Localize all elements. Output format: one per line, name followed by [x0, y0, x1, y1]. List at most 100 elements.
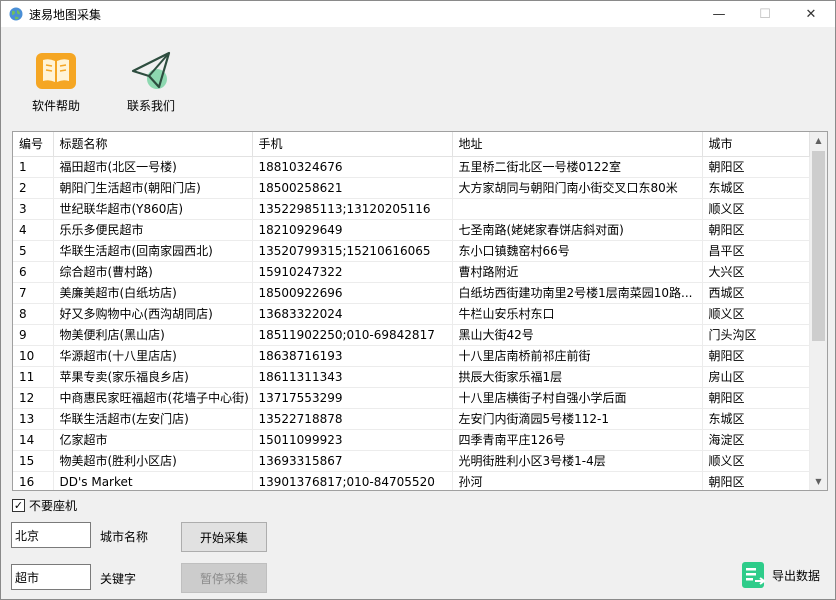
cell-title: 世纪联华超市(Y860店) [53, 198, 253, 220]
table-row[interactable]: 10 华源超市(十八里店店) 18638716193 十八里店南桥前祁庄前街 朝阳区 [13, 345, 810, 367]
cell-address: 左安门内街滴园5号楼112-1 [452, 408, 703, 430]
cell-address: 十八里店横街子村自强小学后面 [452, 387, 703, 409]
cell-city: 西城区 [702, 282, 810, 304]
cell-phone: 13683322024 [252, 303, 453, 325]
help-button[interactable]: 软件帮助 [25, 49, 87, 114]
cell-phone: 13901376817;010-84705520 [252, 471, 453, 490]
cell-city: 顺义区 [702, 303, 810, 325]
table-row[interactable]: 15 物美超市(胜利小区店) 13693315867 光明街胜利小区3号楼1-4层 顺义… [13, 450, 810, 472]
cell-title: 朝阳门生活超市(朝阳门店) [53, 177, 253, 199]
table-row[interactable]: 1 福田超市(北区一号楼) 18810324676 五里桥二街北区一号楼0122室 朝阳… [13, 156, 810, 178]
export-data-button[interactable]: 导出数据 [741, 561, 820, 589]
cell-title: 苹果专卖(家乐福良乡店) [53, 366, 253, 388]
cell-address [452, 198, 703, 220]
cell-id: 10 [13, 345, 54, 367]
table-row[interactable]: 6 综合超市(曹村路) 15910247322 曹村路附近 大兴区 [13, 261, 810, 283]
table-row[interactable]: 4 乐乐多便民超市 18210929649 七圣南路(姥姥家春饼店斜对面) 朝阳区 [13, 219, 810, 241]
cell-title: 综合超市(曹村路) [53, 261, 253, 283]
table-row[interactable]: 14 亿家超市 15011099923 四季青南平庄126号 海淀区 [13, 429, 810, 451]
cell-city: 顺义区 [702, 450, 810, 472]
column-header-address[interactable]: 地址 [452, 132, 703, 157]
column-header-id[interactable]: 编号 [13, 132, 54, 157]
table-row[interactable]: 13 华联生活超市(左安门店) 13522718878 左安门内街滴园5号楼112-1… [13, 408, 810, 430]
cell-address: 大方家胡同与朝阳门南小街交叉口东80米 [452, 177, 703, 199]
cell-city: 大兴区 [702, 261, 810, 283]
table-row[interactable]: 2 朝阳门生活超市(朝阳门店) 18500258621 大方家胡同与朝阳门南小街交叉口… [13, 177, 810, 199]
table-row[interactable]: 3 世纪联华超市(Y860店) 13522985113;13120205116 顺义区 [13, 198, 810, 220]
table-row[interactable]: 11 苹果专卖(家乐福良乡店) 18611311343 拱辰大街家乐福1层 房山区 [13, 366, 810, 388]
cell-phone: 13522718878 [252, 408, 453, 430]
start-collect-button[interactable]: 开始采集 [181, 522, 267, 552]
cell-id: 3 [13, 198, 54, 220]
cell-id: 7 [13, 282, 54, 304]
city-input[interactable] [11, 522, 91, 548]
vertical-scrollbar[interactable]: ▲ ▼ [810, 132, 827, 490]
cell-title: 美廉美超市(白纸坊店) [53, 282, 253, 304]
cell-address: 五里桥二街北区一号楼0122室 [452, 156, 703, 178]
column-header-title[interactable]: 标题名称 [53, 132, 253, 157]
cell-address: 光明街胜利小区3号楼1-4层 [452, 450, 703, 472]
table-row[interactable]: 5 华联生活超市(回南家园西北) 13520799315;15210616065 东小… [13, 240, 810, 262]
cell-title: 华联生活超市(回南家园西北) [53, 240, 253, 262]
keyword-input[interactable] [11, 564, 91, 590]
cell-city: 顺义区 [702, 198, 810, 220]
table-row[interactable]: 8 好又多购物中心(西沟胡同店) 13683322024 牛栏山安乐村东口 顺义区 [13, 303, 810, 325]
pause-collect-button[interactable]: 暂停采集 [181, 563, 267, 593]
cell-phone: 18511902250;010-69842817 [252, 324, 453, 346]
cell-id: 2 [13, 177, 54, 199]
app-globe-icon [9, 7, 23, 21]
cell-address: 孙河 [452, 471, 703, 490]
cell-id: 13 [13, 408, 54, 430]
cell-address: 曹村路附近 [452, 261, 703, 283]
cell-id: 14 [13, 429, 54, 451]
cell-city: 朝阳区 [702, 387, 810, 409]
maximize-button[interactable]: ☐ [742, 1, 788, 27]
cell-phone: 18500922696 [252, 282, 453, 304]
table-row[interactable]: 9 物美便利店(黑山店) 18511902250;010-69842817 黑山大街4… [13, 324, 810, 346]
cell-phone: 18611311343 [252, 366, 453, 388]
cell-address: 七圣南路(姥姥家春饼店斜对面) [452, 219, 703, 241]
help-label: 软件帮助 [31, 99, 80, 113]
table-row[interactable]: 12 中商惠民家旺福超市(花墙子中心街) 13717553299 十八里店横街子村自强… [13, 387, 810, 409]
cell-city: 东城区 [702, 408, 810, 430]
cell-title: 福田超市(北区一号楼) [53, 156, 253, 178]
paper-plane-icon [131, 51, 171, 89]
table-row[interactable]: 16 DD's Market 13901376817;010-84705520 孙河朝… [13, 471, 810, 490]
scroll-down-arrow-icon[interactable]: ▼ [810, 473, 827, 490]
cell-title: 物美便利店(黑山店) [53, 324, 253, 346]
cell-phone: 18638716193 [252, 345, 453, 367]
cell-id: 9 [13, 324, 54, 346]
table-row[interactable]: 7 美廉美超市(白纸坊店) 18500922696 白纸坊西街建功南里2号楼1层南菜园… [13, 282, 810, 304]
cell-id: 8 [13, 303, 54, 325]
cell-address: 四季青南平庄126号 [452, 429, 703, 451]
cell-id: 4 [13, 219, 54, 241]
app-window: 速易地图采集 — ☐ ✕ 软件帮助 联系我们 编号 标题名称 手机 地址 城市 … [0, 0, 836, 600]
scroll-thumb[interactable] [812, 151, 825, 341]
cell-phone: 18210929649 [252, 219, 453, 241]
cell-address: 黑山大街42号 [452, 324, 703, 346]
cell-id: 16 [13, 471, 54, 490]
scroll-up-arrow-icon[interactable]: ▲ [810, 132, 827, 149]
cell-city: 海淀区 [702, 429, 810, 451]
column-header-phone[interactable]: 手机 [252, 132, 453, 157]
no-landline-checkbox[interactable]: ✓ 不要座机 [12, 497, 77, 514]
keyword-label: 关键字 [100, 572, 137, 586]
no-landline-label: 不要座机 [29, 499, 78, 513]
close-button[interactable]: ✕ [788, 1, 834, 27]
export-label: 导出数据 [772, 568, 821, 583]
cell-title: DD's Market [53, 471, 253, 490]
checkbox-box[interactable]: ✓ [12, 499, 25, 512]
cell-title: 乐乐多便民超市 [53, 219, 253, 241]
cell-id: 15 [13, 450, 54, 472]
contact-label: 联系我们 [126, 99, 175, 113]
results-table[interactable]: 编号 标题名称 手机 地址 城市 1 福田超市(北区一号楼) 18810324676… [12, 131, 828, 491]
cell-address: 东小口镇魏窑村66号 [452, 240, 703, 262]
cell-address: 白纸坊西街建功南里2号楼1层南菜园10路... [452, 282, 703, 304]
cell-title: 华联生活超市(左安门店) [53, 408, 253, 430]
cell-phone: 15011099923 [252, 429, 453, 451]
contact-button[interactable]: 联系我们 [119, 49, 183, 114]
cell-id: 11 [13, 366, 54, 388]
minimize-button[interactable]: — [696, 1, 742, 27]
column-header-city[interactable]: 城市 [702, 132, 810, 157]
title-bar: 速易地图采集 — ☐ ✕ [1, 1, 835, 27]
